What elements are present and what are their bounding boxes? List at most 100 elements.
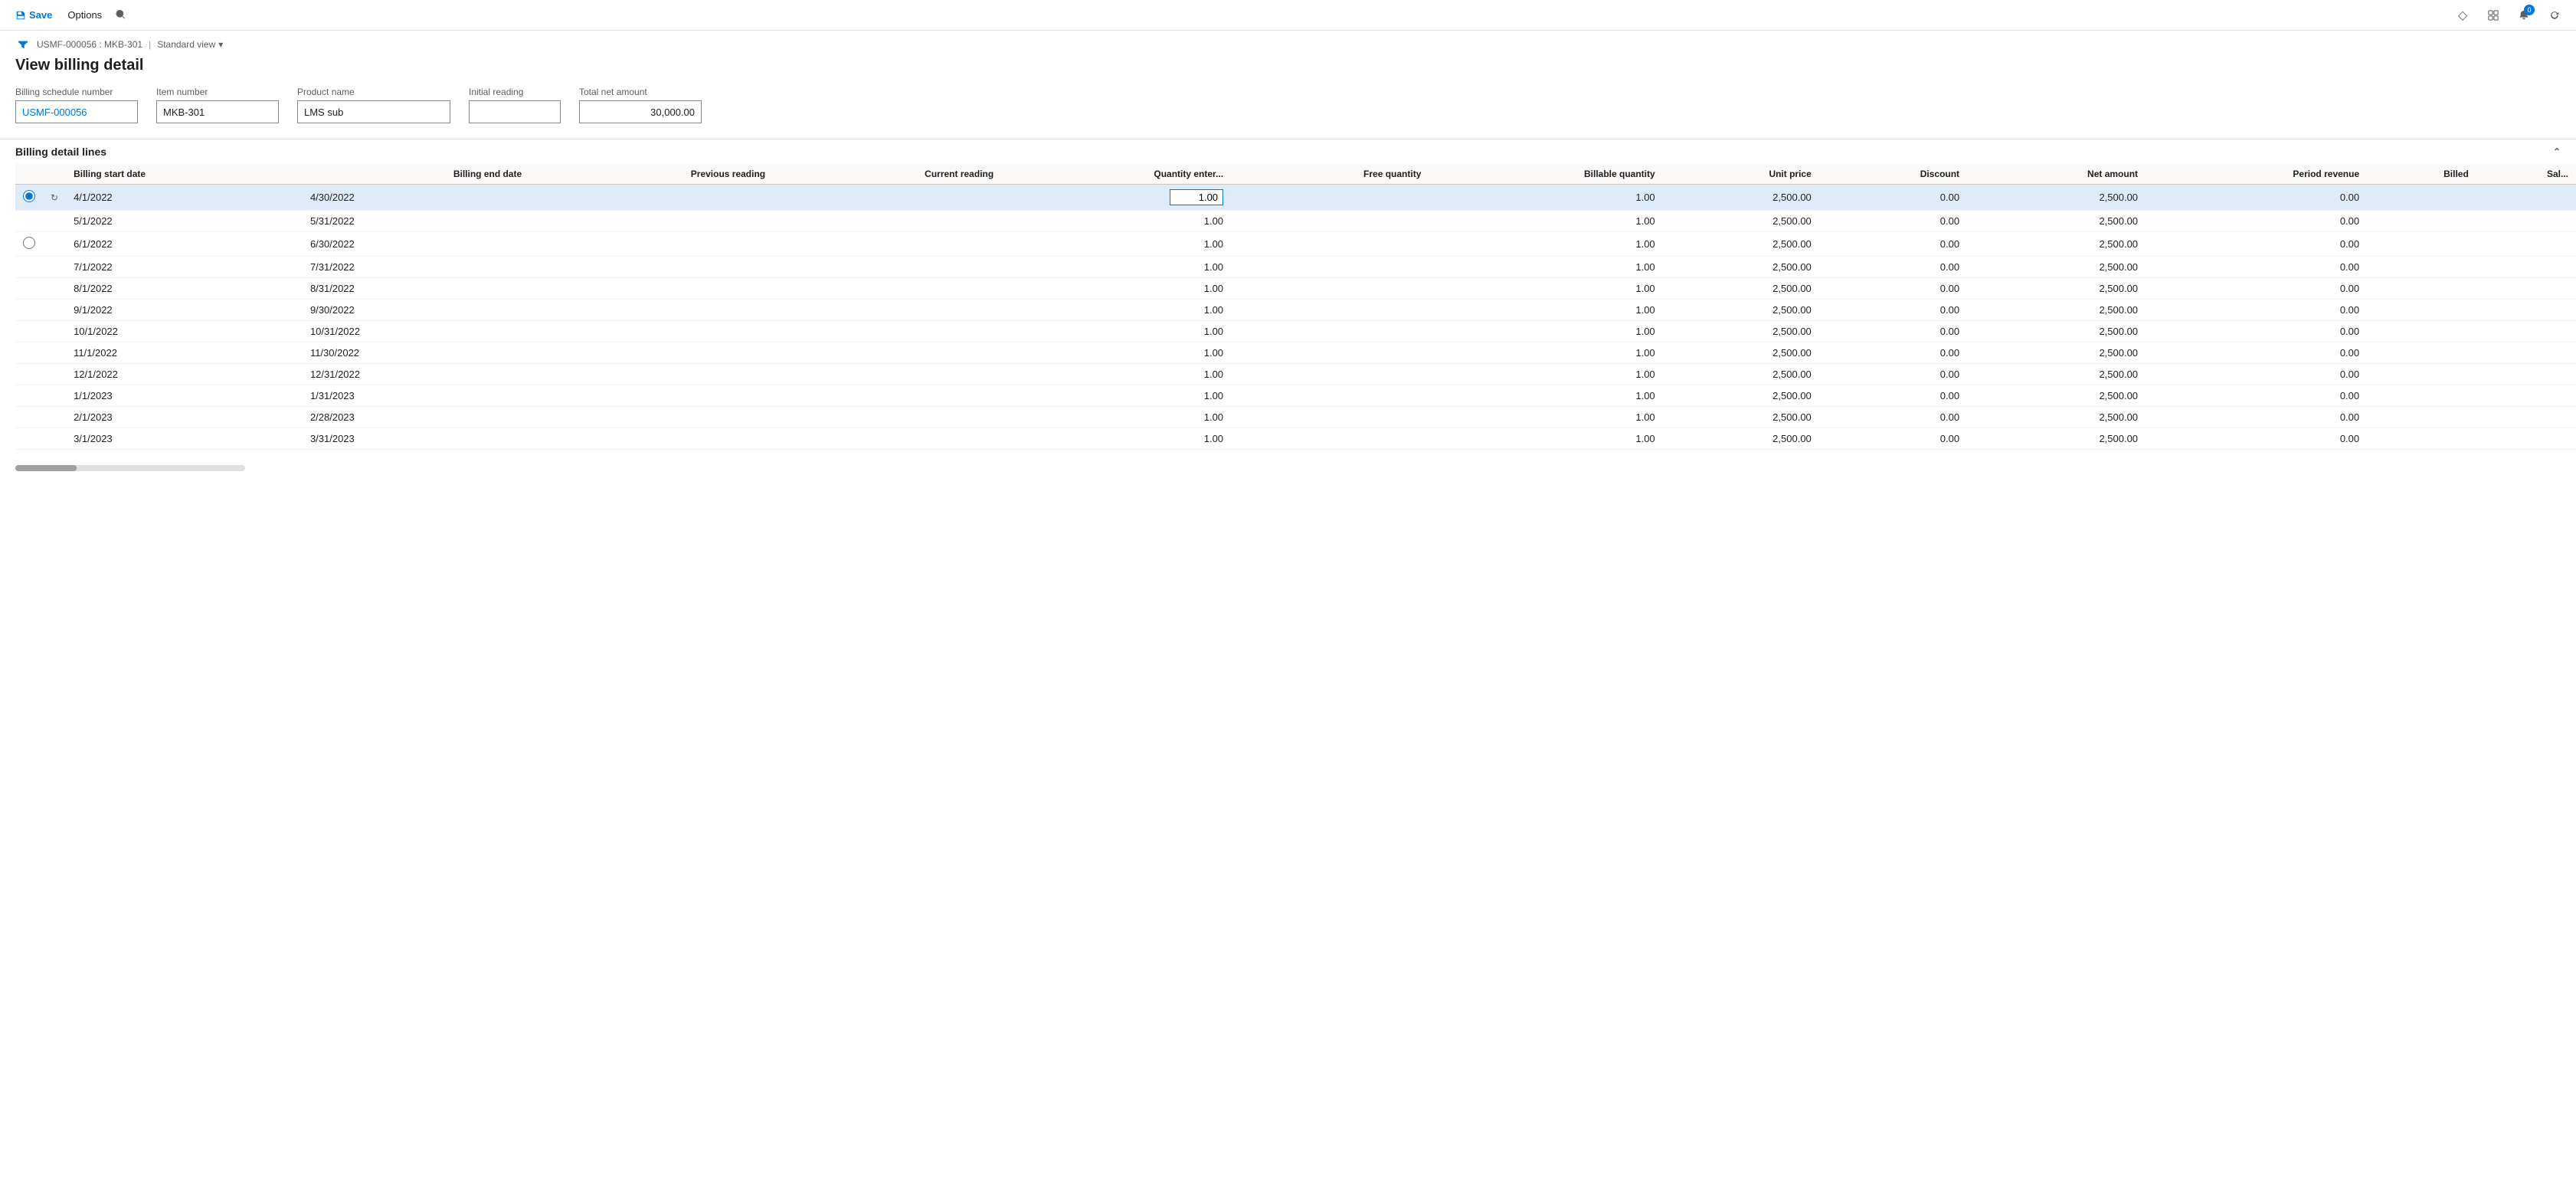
cell-billed (2367, 232, 2476, 257)
product-name-input[interactable] (297, 100, 450, 123)
cell-net-amount: 2,500.00 (1967, 407, 2146, 428)
cell-discount: 0.00 (1819, 300, 1967, 321)
cell-curr-reading (773, 407, 1001, 428)
table-row: 9/1/20229/30/20221.001.002,500.000.002,5… (15, 300, 2576, 321)
cell-unit-price: 2,500.00 (1663, 211, 1819, 232)
save-button[interactable]: Save (9, 6, 58, 24)
row-radio[interactable] (23, 237, 35, 249)
billing-detail-table: Billing start date Billing end date Prev… (15, 164, 2576, 450)
cell-period-revenue: 0.00 (2146, 385, 2367, 407)
cell-curr-reading (773, 185, 1001, 211)
notification-badge: 0 (2524, 5, 2535, 15)
cell-prev-reading (529, 407, 773, 428)
cell-sal (2476, 232, 2576, 257)
cell-sal (2476, 185, 2576, 211)
cell-start-date: 5/1/2022 (66, 211, 303, 232)
cell-unit-price: 2,500.00 (1663, 278, 1819, 300)
cell-prev-reading (529, 300, 773, 321)
cell-qty-entered: 1.00 (1001, 321, 1231, 342)
cell-net-amount: 2,500.00 (1967, 321, 2146, 342)
billing-schedule-number-group: Billing schedule number (15, 87, 138, 123)
table-row: ↻4/1/20224/30/20221.002,500.000.002,500.… (15, 185, 2576, 211)
toolbar-left: Save Options (9, 5, 131, 25)
cell-start-date: 1/1/2023 (66, 385, 303, 407)
cell-net-amount: 2,500.00 (1967, 342, 2146, 364)
table-body: ↻4/1/20224/30/20221.002,500.000.002,500.… (15, 185, 2576, 450)
table-row: 2/1/20232/28/20231.001.002,500.000.002,5… (15, 407, 2576, 428)
cell-start-date: 7/1/2022 (66, 257, 303, 278)
col-refresh (43, 164, 66, 185)
scrollbar-thumb[interactable] (15, 465, 77, 471)
cell-billable-qty: 1.00 (1429, 385, 1662, 407)
scrollbar-track (15, 465, 245, 471)
cell-unit-price: 2,500.00 (1663, 185, 1819, 211)
billing-schedule-input[interactable] (15, 100, 138, 123)
cell-period-revenue: 0.00 (2146, 342, 2367, 364)
cell-qty-entered[interactable] (1001, 185, 1231, 211)
row-radio[interactable] (23, 190, 35, 202)
item-number-input[interactable] (156, 100, 279, 123)
section-title: Billing detail lines (15, 146, 106, 158)
total-net-amount-input[interactable] (579, 100, 702, 123)
item-number-label: Item number (156, 87, 279, 97)
col-billing-end: Billing end date (303, 164, 529, 185)
form-area: Billing schedule number Item number Prod… (0, 87, 2576, 123)
initial-reading-input[interactable] (469, 100, 561, 123)
cell-billed (2367, 342, 2476, 364)
cell-curr-reading (773, 321, 1001, 342)
filter-icon (18, 39, 28, 50)
cell-qty-entered: 1.00 (1001, 300, 1231, 321)
search-button[interactable] (111, 5, 131, 25)
col-unit-price: Unit price (1663, 164, 1819, 185)
product-name-group: Product name (297, 87, 450, 123)
cell-sal (2476, 342, 2576, 364)
qty-input[interactable] (1170, 189, 1223, 205)
cell-curr-reading (773, 364, 1001, 385)
cell-qty-entered: 1.00 (1001, 211, 1231, 232)
cell-discount: 0.00 (1819, 278, 1967, 300)
cell-period-revenue: 0.00 (2146, 407, 2367, 428)
filter-button[interactable] (15, 37, 31, 52)
cell-period-revenue: 0.00 (2146, 364, 2367, 385)
cell-end-date: 1/31/2023 (303, 385, 529, 407)
table-row: 5/1/20225/31/20221.001.002,500.000.002,5… (15, 211, 2576, 232)
scrollbar-container (0, 462, 2576, 474)
cell-unit-price: 2,500.00 (1663, 300, 1819, 321)
notification-button[interactable]: 0 (2512, 3, 2536, 28)
diamond-icon-button[interactable]: ◇ (2450, 3, 2475, 28)
cell-start-date: 12/1/2022 (66, 364, 303, 385)
row-refresh-icon: ↻ (51, 192, 58, 203)
form-row: Billing schedule number Item number Prod… (15, 87, 2561, 123)
cell-sal (2476, 385, 2576, 407)
cell-start-date: 3/1/2023 (66, 428, 303, 450)
cell-end-date: 9/30/2022 (303, 300, 529, 321)
options-button[interactable]: Options (61, 6, 108, 24)
cell-start-date: 6/1/2022 (66, 232, 303, 257)
cell-curr-reading (773, 278, 1001, 300)
cell-prev-reading (529, 321, 773, 342)
layout-icon-button[interactable] (2481, 3, 2506, 28)
col-free-qty: Free quantity (1231, 164, 1429, 185)
cell-start-date: 2/1/2023 (66, 407, 303, 428)
cell-prev-reading (529, 385, 773, 407)
cell-billed (2367, 278, 2476, 300)
breadcrumb-view[interactable]: Standard view ▾ (157, 39, 223, 50)
collapse-button[interactable]: ⌃ (2553, 146, 2561, 157)
cell-billed (2367, 407, 2476, 428)
cell-free-qty (1231, 257, 1429, 278)
refresh-button[interactable] (2542, 3, 2567, 28)
cell-prev-reading (529, 211, 773, 232)
save-icon (15, 10, 26, 21)
cell-net-amount: 2,500.00 (1967, 385, 2146, 407)
cell-period-revenue: 0.00 (2146, 428, 2367, 450)
cell-unit-price: 2,500.00 (1663, 342, 1819, 364)
cell-free-qty (1231, 407, 1429, 428)
cell-qty-entered: 1.00 (1001, 407, 1231, 428)
cell-curr-reading (773, 232, 1001, 257)
layout-icon (2488, 10, 2499, 21)
col-discount: Discount (1819, 164, 1967, 185)
initial-reading-label: Initial reading (469, 87, 561, 97)
cell-sal (2476, 278, 2576, 300)
cell-billable-qty: 1.00 (1429, 364, 1662, 385)
table-row: 12/1/202212/31/20221.001.002,500.000.002… (15, 364, 2576, 385)
